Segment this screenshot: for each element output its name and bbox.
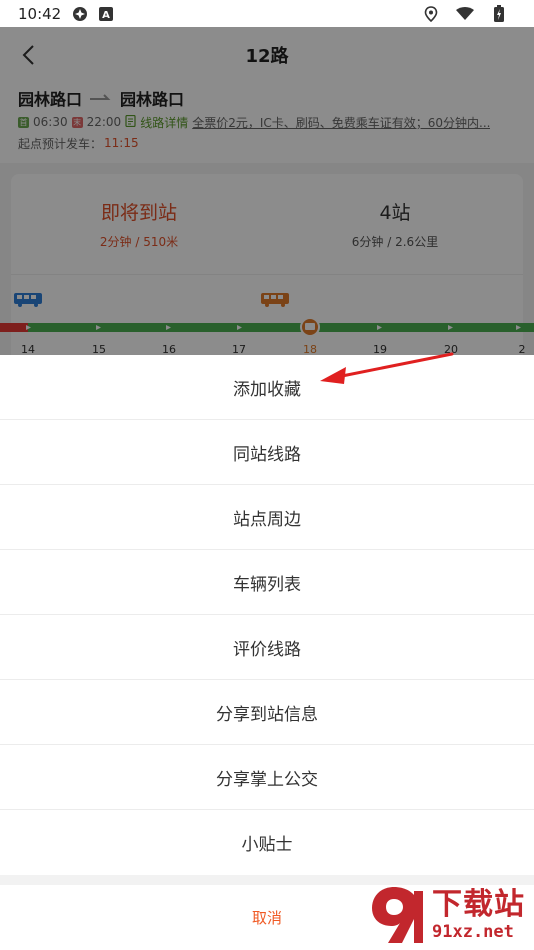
vehicle-list-button[interactable]: 车辆列表: [0, 550, 534, 615]
share-app-button[interactable]: 分享掌上公交: [0, 745, 534, 810]
share-arrival-button[interactable]: 分享到站信息: [0, 680, 534, 745]
watermark-brand: 下载站: [432, 887, 525, 922]
watermark: 下载站 91xz.net: [364, 880, 534, 950]
same-stop-lines-button[interactable]: 同站线路: [0, 420, 534, 485]
stop-nearby-button[interactable]: 站点周边: [0, 485, 534, 550]
watermark-domain: 91xz.net: [432, 922, 514, 942]
action-sheet: 添加收藏 同站线路 站点周边 车辆列表 评价线路 分享到站信息 分享掌上公交 小…: [0, 355, 534, 950]
svg-text:A: A: [102, 10, 110, 21]
a-badge-icon: A: [97, 5, 115, 23]
status-time: 10:42: [18, 4, 62, 23]
battery-icon: [490, 5, 508, 23]
tips-button[interactable]: 小贴士: [0, 810, 534, 875]
watermark-logo: [372, 887, 423, 943]
status-bar: 10:42 A: [0, 0, 534, 27]
rate-line-button[interactable]: 评价线路: [0, 615, 534, 680]
wifi-icon: [456, 5, 474, 23]
modal-backdrop[interactable]: [0, 27, 534, 355]
location-icon: [422, 5, 440, 23]
annotation-arrow-icon: [320, 352, 454, 384]
vpn-icon: [71, 5, 89, 23]
